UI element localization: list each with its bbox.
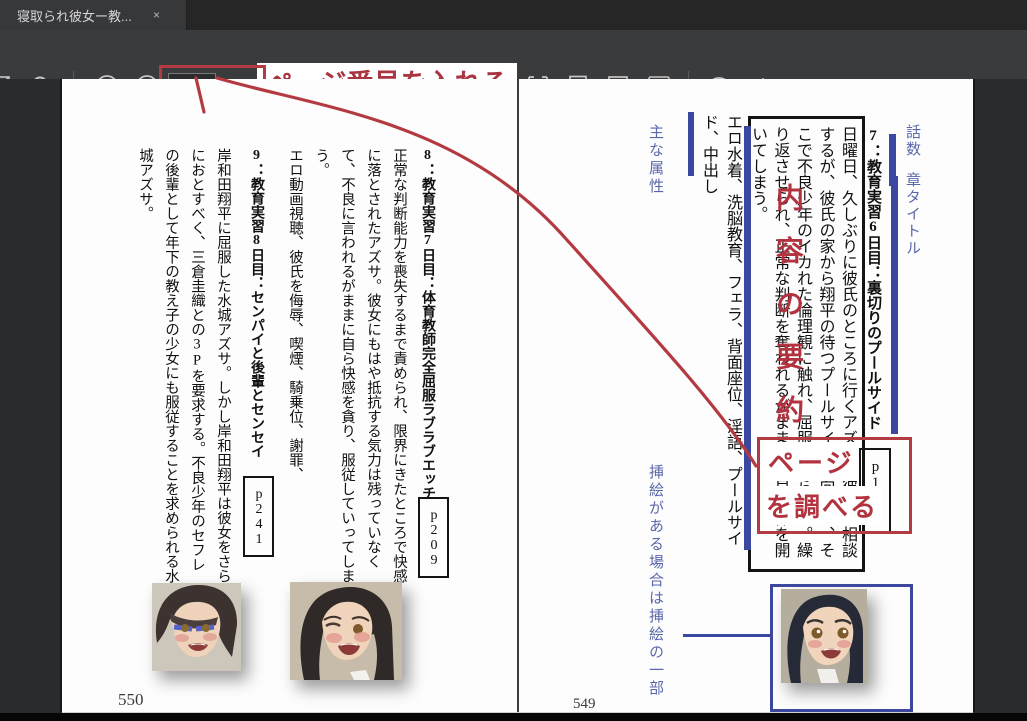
chapter-attributes: エロ水着、洗脳教育、フェラ、背面座位、淫語、プールサイド、中出し (700, 114, 741, 546)
pdf-reader-window: 寝取られ彼女ー教... × / 558 ▼ (0, 0, 1027, 721)
document-tab-title: 寝取られ彼女ー教... (17, 8, 132, 24)
page-field-highlight-box (159, 65, 266, 79)
document-tab[interactable]: 寝取られ彼女ー教... × (0, 0, 187, 30)
episode-number-label: 話数 (904, 124, 920, 158)
attributes-marker-bar (744, 126, 751, 550)
page-lookup-note-line2: を調べる (762, 486, 883, 525)
page-gutter-line (517, 79, 519, 712)
right-page-number: 549 (573, 696, 596, 712)
entry8-attributes: エロ動画視聴、彼氏を侮辱、喫煙、騎乗位、謝罪、 (287, 148, 303, 482)
illustration-thumb-wink (290, 582, 402, 680)
page-lookup-note-line1: ページ (764, 442, 859, 481)
illustration-connector-line (683, 634, 771, 637)
tab-bar: 寝取られ彼女ー教... × (0, 0, 1027, 30)
entry8-page-ref: p209 (426, 507, 442, 568)
left-page-number: 550 (118, 690, 144, 709)
chapter-title-label: 章タイトル (904, 172, 920, 257)
page-number-note: ページ番号を入れる (257, 63, 518, 79)
attributes-label: 主な属性 (647, 124, 663, 196)
entry9-title: 9：教育実習8日目：センパイと後輩とセンセイ (249, 148, 264, 458)
attributes-overflow-marker-bar (688, 112, 694, 176)
content-summary-note: 内容の要約 (772, 183, 803, 448)
entry8-summary: 正常な判断能力を喪失するまで責められ、限界にきたところで快感に落とされたアズサ。… (313, 148, 407, 583)
illustration-highlight-box (770, 584, 913, 712)
illustration-label: 挿絵がある場合は挿絵の一部 (647, 464, 663, 698)
entry8-title: 8：教育実習7日目：体育教師完全屈服ラブラブエッチ (420, 148, 435, 500)
entry8-page-ref-box: p209 (418, 497, 449, 578)
page-left-edge (60, 79, 62, 712)
entry9-page-ref-box: p241 (243, 476, 274, 557)
entry9-summary: 岸和田翔平に屈服した水城アズサ。しかし岸和田翔平は彼女をさらにおとすべく、三倉圭… (137, 148, 231, 583)
tab-close-icon[interactable]: × (153, 9, 160, 21)
page-right-edge (973, 79, 975, 712)
toolbar: / 558 ▼ (0, 30, 1027, 81)
chapter-title-marker-bar (891, 176, 898, 434)
illustration-thumb-glasses (152, 583, 241, 671)
document-area[interactable]: 8：教育実習7日目：体育教師完全屈服ラブラブエッチ p209 正常な判断能力を喪… (0, 79, 1027, 721)
entry9-page-ref: p241 (251, 486, 267, 547)
two-page-spread: 8：教育実習7日目：体育教師完全屈服ラブラブエッチ p209 正常な判断能力を喪… (62, 79, 973, 713)
document-bottom-strip (0, 713, 1027, 721)
